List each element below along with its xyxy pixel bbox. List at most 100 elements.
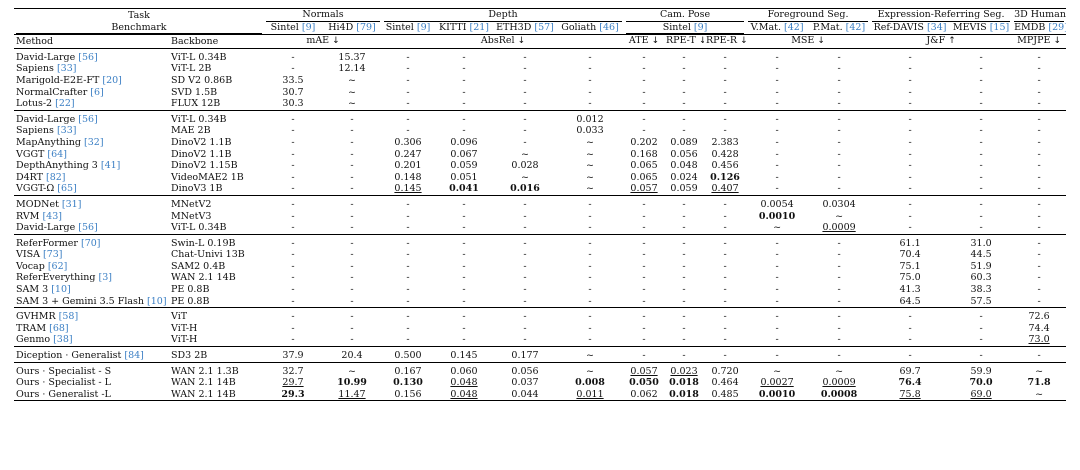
value-cell: - [664,109,705,126]
value-cell: - [588,51,592,63]
value-cell: - [291,148,295,160]
value-cell: - [588,334,592,346]
value-cell: 73.0 [1028,334,1050,346]
value-cell: 41.3 [899,284,921,296]
value-cell: - [908,86,912,98]
value-cell: - [291,51,295,63]
value-cell: - [682,295,686,307]
foreground-seg-header: Foreground Seg. [748,10,869,22]
backbone: WAN 2.1 14B [171,377,236,389]
backbone: SD3 2B [169,346,264,363]
method-name: Ours · Generalist -L [14,388,169,402]
value-cell: - [588,222,592,234]
table-row: Vocap [62] SAM2 0.4B - - - - - - - - - - - 75.1 51.9 - [14,261,1066,273]
value-cell: 0.177 [494,346,557,363]
citation: [70] [81,237,101,249]
table-row: Ours · Specialist - S WAN 2.1 1.3B 32.7 ~0.… [14,361,1067,378]
value-cell: - [837,295,841,307]
value-cell: - [979,98,983,110]
table-row: VGGT [64] DinoV2 1.1B - - 0.247 0.067 ~ ~0.168 0… [14,149,1066,161]
value-cell: - [588,249,592,261]
method-name: Genmo [38] [16,334,73,346]
table-row: Sapiens [33] MAE 2B - - - - - 0.033 - - - - - - - - [14,125,1066,137]
value-cell: ~ [322,361,383,378]
value-cell: - [406,272,410,284]
value-cell: - [556,194,625,211]
value-cell: - [664,233,705,250]
value-cell: - [837,63,841,75]
value-cell: - [642,272,646,284]
value-cell: - [494,194,557,211]
value-cell: - [950,109,1013,126]
value-cell: - [664,194,705,211]
value-cell: - [979,171,983,183]
backbone: ViT-H [171,334,198,346]
table-row: GVHMR [58] ViT - - - - - - - - - - - - -72.6 [14,307,1067,323]
results-body: David-Large [56] ViT-L 0.34B -15.37- - - - - - -… [14,48,1067,402]
value-cell: - [723,63,727,75]
value-cell: 30.3 [282,98,304,110]
backbone: Swin-L 0.19B [169,233,264,250]
value-cell: - [494,307,557,323]
value-cell: - [588,272,592,284]
value-cell: - [837,136,841,148]
value-cell: ~ [521,171,529,183]
value-cell: 10.99 [337,377,367,389]
results-table: Task Normals Depth Cam. Pose Foreground … [14,7,1067,402]
value-cell: - [642,63,646,75]
bench-normals-sintel: Sintel [9] [270,22,316,34]
value-cell: - [1012,346,1067,363]
value-cell: - [264,307,322,323]
value-cell: - [588,284,592,296]
value-cell: 0.037 [511,377,539,389]
value-cell: - [494,109,557,126]
value-cell: 0.018 [664,388,705,402]
value-cell: - [322,233,383,250]
value-cell: - [382,307,435,323]
value-cell: 0.485 [704,388,747,402]
value-cell: - [462,272,466,284]
value-cell: - [950,307,1013,323]
citation: [33] [56,63,77,75]
value-cell: - [556,307,625,323]
value-cell: - [434,233,495,250]
value-cell: 0.156 [382,388,435,402]
backbone: ViT-L 0.34B [169,109,264,126]
value-cell: - [350,295,354,307]
method-name: DepthAnything 3 [41] [16,160,121,172]
metric-rpe-r: RPE-R ↓ [704,34,747,49]
citation: [6] [90,86,104,98]
value-cell: - [462,98,466,110]
value-cell: - [979,63,983,75]
value-cell: - [837,171,841,183]
value-cell: ~ [348,74,356,86]
value-cell: - [523,322,527,334]
value-cell: - [588,295,592,307]
citation: [33] [56,125,77,137]
value-cell: 0.500 [382,346,435,363]
value-cell: 20.4 [322,346,383,363]
metric-mae: mAE ↓ [264,34,383,49]
value-cell: 0.0009 [822,377,856,389]
task-header: Task [14,7,264,22]
value-cell: 0.067 [450,148,478,160]
value-cell: 0.018 [669,377,699,389]
value-cell: - [682,63,686,75]
citation: [20] [102,74,122,86]
value-cell: - [462,51,466,63]
value-cell: 0.051 [450,171,478,183]
value-cell: 0.011 [556,388,625,402]
value-cell: ~ [1012,388,1067,402]
table-row: D4RT [82] VideoMAE2 1B - - 0.148 0.051 ~ ~0.065… [14,172,1066,184]
value-cell: - [642,322,646,334]
value-cell: - [291,272,295,284]
value-cell: - [642,334,646,346]
value-cell: 0.059 [670,183,698,195]
value-cell: ~ [746,361,809,378]
value-cell: - [642,86,646,98]
backbone: SVD 1.5B [171,86,218,98]
value-cell: - [523,51,527,63]
value-cell: - [462,295,466,307]
value-cell: - [682,322,686,334]
value-cell: - [350,125,354,137]
